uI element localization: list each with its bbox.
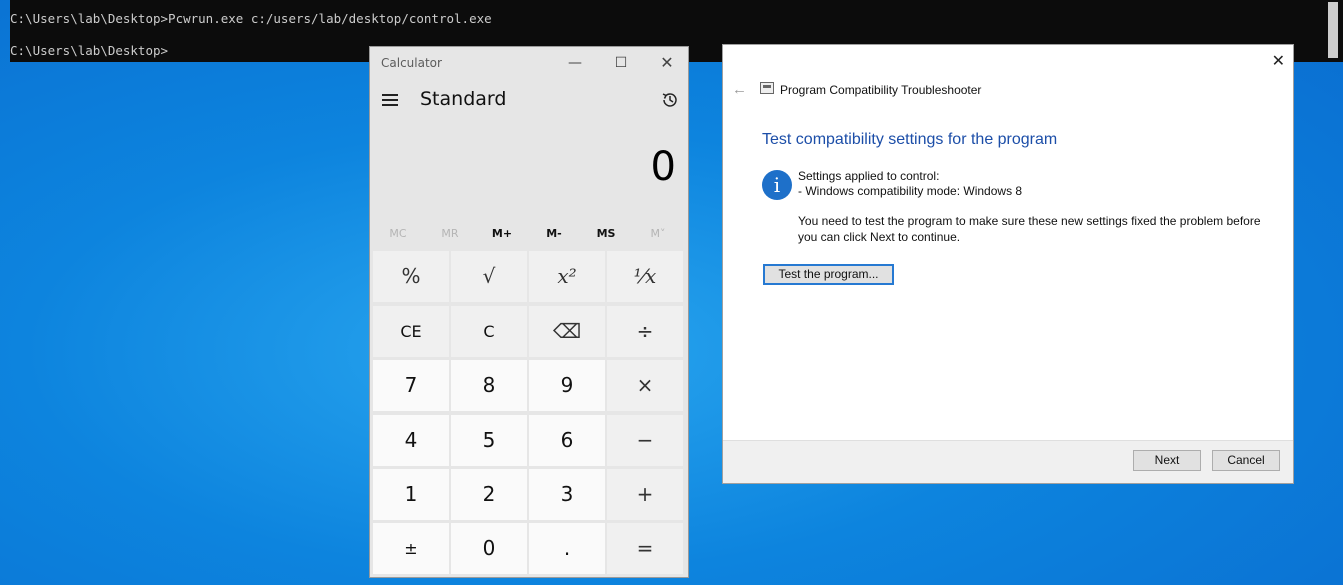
divide-key[interactable]: ÷ [607,306,683,357]
memory-row: MC MR M+ M- MS M˅ [372,227,686,247]
test-instructions-text: You need to test the program to make sur… [798,214,1261,228]
digit-3-key[interactable]: 3 [529,469,605,520]
equals-key[interactable]: = [607,523,683,574]
memory-add-button[interactable]: M+ [476,227,528,240]
calculator-display: 0 [650,144,676,190]
calculator-title: Calculator [381,56,442,70]
close-button[interactable]: ✕ [644,51,690,75]
digit-7-key[interactable]: 7 [373,360,449,411]
subtract-key[interactable]: − [607,415,683,466]
settings-applied-label: Settings applied to control: [798,169,940,183]
memory-recall-button[interactable]: MR [424,227,476,240]
negate-key[interactable]: ± [373,523,449,574]
cancel-button[interactable]: Cancel [1212,450,1280,471]
digit-1-key[interactable]: 1 [373,469,449,520]
add-key[interactable]: + [607,469,683,520]
backspace-key[interactable]: ⌫ [529,306,605,357]
troubleshooter-title: Program Compatibility Troubleshooter [780,83,982,97]
history-icon[interactable] [660,90,680,110]
digit-0-key[interactable]: 0 [451,523,527,574]
dialog-footer: Next Cancel [723,440,1293,483]
clear-entry-key[interactable]: CE [373,306,449,357]
test-instructions-text-cont: you can click Next to continue. [798,230,961,244]
reciprocal-key[interactable]: ¹⁄x [607,251,683,302]
digit-9-key[interactable]: 9 [529,360,605,411]
square-key[interactable]: x² [529,251,605,302]
console-scrollbar[interactable] [1323,0,1343,62]
digit-6-key[interactable]: 6 [529,415,605,466]
maximize-button[interactable]: ☐ [598,51,644,75]
next-button[interactable]: Next [1133,450,1201,471]
calculator-mode-title: Standard [420,88,507,110]
memory-subtract-button[interactable]: M- [528,227,580,240]
digit-2-key[interactable]: 2 [451,469,527,520]
multiply-key[interactable]: × [607,360,683,411]
troubleshooter-app-icon [760,82,774,94]
close-button[interactable]: ✕ [1272,51,1285,71]
memory-clear-button[interactable]: MC [372,227,424,240]
minimize-button[interactable]: — [552,51,598,75]
square-root-key[interactable]: √ [451,251,527,302]
info-icon: i [762,170,792,200]
back-arrow-icon[interactable]: ← [732,81,747,98]
decimal-key[interactable]: . [529,523,605,574]
compatibility-mode-text: - Windows compatibility mode: Windows 8 [798,184,1023,198]
clear-key[interactable]: C [451,306,527,357]
keypad: % √ x² ¹⁄x CE C ⌫ ÷ 7 8 9 × 4 5 6 − 1 2 … [373,251,687,577]
troubleshooter-window: ✕ ← Program Compatibility Troubleshooter… [722,44,1294,484]
memory-list-button[interactable]: M˅ [632,227,684,240]
percent-key[interactable]: % [373,251,449,302]
page-heading: Test compatibility settings for the prog… [762,131,1058,148]
console-line: C:\Users\lab\Desktop>Pcwrun.exe c:/users… [10,11,492,26]
test-program-button[interactable]: Test the program... [763,264,894,285]
hamburger-menu-icon[interactable] [382,94,398,109]
calculator-window: Calculator — ☐ ✕ Standard 0 MC MR M+ M- … [369,46,689,578]
digit-8-key[interactable]: 8 [451,360,527,411]
digit-5-key[interactable]: 5 [451,415,527,466]
console-prompt-line: C:\Users\lab\Desktop> [10,43,169,58]
digit-4-key[interactable]: 4 [373,415,449,466]
memory-store-button[interactable]: MS [580,227,632,240]
